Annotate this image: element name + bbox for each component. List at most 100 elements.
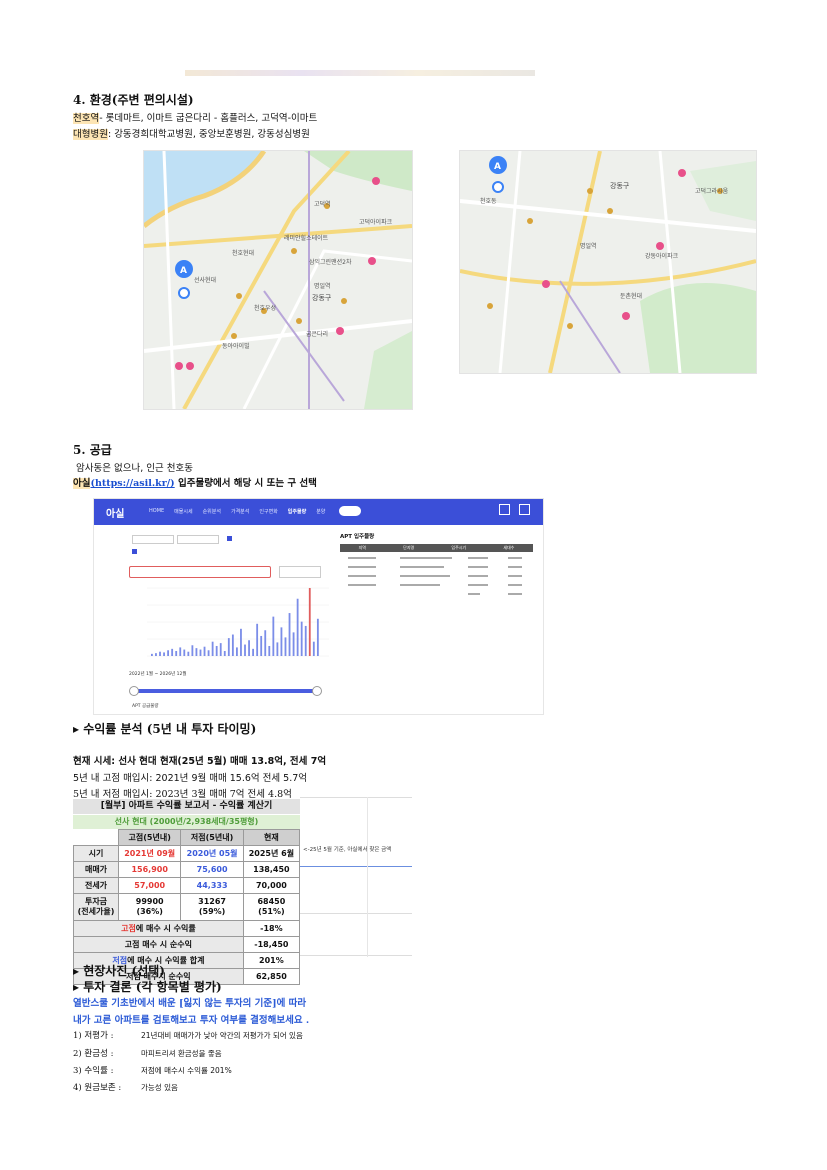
map-1-label: 강동구 xyxy=(312,294,332,302)
asil-table-rows xyxy=(348,557,522,595)
cell-now: 138,450 xyxy=(242,861,301,878)
map-1-label: 명일역 xyxy=(314,283,331,290)
chart-bar xyxy=(151,653,153,656)
range-slider[interactable] xyxy=(129,686,322,696)
chart-bar xyxy=(207,650,210,656)
chart-bar xyxy=(179,647,182,656)
col-now: 현재 xyxy=(242,829,301,846)
map-1-label: 래미안힐스테이트 xyxy=(284,235,329,242)
chart-bar xyxy=(159,651,161,656)
asil-nav-menu: HOME 매물시세 순위분석 가격분석 인구변화 입주물량 분양 xyxy=(149,508,325,515)
chart-bar xyxy=(163,652,165,656)
cell-low: 31267 (59%) xyxy=(180,893,244,921)
checkbox[interactable] xyxy=(227,536,232,541)
chart-bar xyxy=(223,650,226,656)
svg-text:A: A xyxy=(494,162,501,172)
eval-item: 2) 환금성 : 마피트리셔 환금성을 좋음 xyxy=(73,1047,222,1059)
chart-bar xyxy=(183,649,186,656)
nav-item[interactable]: HOME xyxy=(149,508,164,515)
map-1-label: 고덕아이파크 xyxy=(359,219,393,226)
cell-low: 44,333 xyxy=(180,877,244,894)
region-chip[interactable] xyxy=(132,549,137,554)
cell-high: 2021년 09월 xyxy=(117,845,182,862)
eval-value: 마피트리셔 환금성을 좋음 xyxy=(141,1049,222,1058)
slider-handle-right[interactable] xyxy=(312,686,322,696)
chart-bar xyxy=(288,613,291,656)
cell-high: 99900 (36%) xyxy=(117,893,182,921)
nav-item[interactable]: 분양 xyxy=(316,508,325,515)
chart-bar xyxy=(316,618,319,656)
chart-bar xyxy=(248,640,250,656)
nav-item[interactable]: 매물시세 xyxy=(174,508,192,515)
chart-bar xyxy=(244,644,246,656)
section-5-title: 5. 공급 xyxy=(73,443,112,457)
corner-cell xyxy=(73,829,119,846)
nav-icon[interactable] xyxy=(499,504,510,515)
map-2-label: 둔촌현대 xyxy=(620,293,643,300)
conclusion-intro-2: 내가 고른 아파트를 검토해보고 투자 여부를 결정해보세요 . xyxy=(73,1015,310,1026)
row-label: 시기 xyxy=(73,845,119,862)
chart-bar xyxy=(219,643,222,656)
chart-bar xyxy=(300,621,303,656)
cell-high: 57,000 xyxy=(117,877,182,894)
map-surroundings-1: A 고덕역 고덕아이파크 래미안힐스테이트 명일역 강동구 굽은다리 천호현대 … xyxy=(143,150,413,410)
asil-navbar: 아실 HOME 매물시세 순위분석 가격분석 인구변화 입주물량 분양 xyxy=(94,499,543,525)
chart-bar xyxy=(308,588,311,656)
line1-text: - 롯데마트, 이마트 굽은다리 - 홈플러스, 고덕역-이마트 xyxy=(99,113,318,124)
search-button[interactable] xyxy=(129,566,271,578)
col-high: 고점(5년내) xyxy=(117,829,182,846)
select-box[interactable] xyxy=(177,535,219,544)
action-button[interactable] xyxy=(279,566,321,578)
map-2-drawing: A xyxy=(460,151,756,373)
nav-item[interactable]: 인구변화 xyxy=(259,508,277,515)
summary-label: 고점 매수 시 순수익 xyxy=(73,936,244,953)
nav-item[interactable]: 순위분석 xyxy=(203,508,221,515)
asil-supply-chart xyxy=(147,587,329,657)
chart-bar xyxy=(312,641,315,656)
calc-title: [월부] 아파트 수익률 보고서 - 수익률 계산기 xyxy=(73,799,300,814)
map-1-label: 천호우성 xyxy=(254,305,277,312)
chart-bar xyxy=(171,648,174,656)
eval-value: 가능성 있음 xyxy=(141,1083,178,1092)
cell-low: 2020년 05월 xyxy=(180,845,244,862)
map-2-label: 고덕그라시움 xyxy=(695,188,729,195)
nav-pill[interactable] xyxy=(339,506,361,516)
select-box[interactable] xyxy=(132,535,174,544)
nav-item[interactable]: 가격분석 xyxy=(231,508,249,515)
cell-low: 75,600 xyxy=(180,861,244,878)
asil-logo[interactable]: 아실 xyxy=(106,505,124,520)
roi-line2: 5년 내 고점 매입시: 2021년 9월 매매 15.6억 전세 5.7억 xyxy=(73,773,308,784)
section-5-line1: 암사동은 없으나, 인근 천호동 xyxy=(76,463,193,474)
col-header: 세대수 xyxy=(503,545,515,550)
roi-line3: 5년 내 저점 매입시: 2023년 3월 매매 7억 전세 4.8억 xyxy=(73,789,292,800)
photo-title: ▸ 현장사진 (선택) xyxy=(73,964,165,978)
eval-item: 4) 원금보존 : 가능성 있음 xyxy=(73,1081,178,1093)
row-label: 전세가 xyxy=(73,877,119,894)
map-2-label: 강동아이파크 xyxy=(645,253,679,260)
summary-value: 62,850 xyxy=(242,968,301,985)
nav-icon[interactable] xyxy=(519,504,530,515)
cell-now: 70,000 xyxy=(242,877,301,894)
asil-link[interactable]: (https://asil.kr/) xyxy=(90,478,174,489)
chart-bar xyxy=(256,623,259,656)
cell-now: 68450 (51%) xyxy=(242,893,301,921)
col-header: 입주시기 xyxy=(451,545,467,550)
asil-label: 아실 xyxy=(73,478,91,489)
line2-highlight: 대형병원 xyxy=(73,129,108,140)
chart-bar xyxy=(264,630,267,656)
summary-value: 201% xyxy=(242,952,301,969)
chart-bar xyxy=(195,648,198,656)
calc-subtitle: 선사 현대 (2000년/2,938세대/35평형) xyxy=(73,815,300,829)
col-low: 저점(5년내) xyxy=(180,829,244,846)
chart-bar xyxy=(252,648,255,656)
eval-value: 21년대비 매매가가 낮아 약간의 저평가가 되어 있음 xyxy=(141,1031,303,1040)
nav-item-active[interactable]: 입주물량 xyxy=(288,508,306,515)
calc-sheet-gridline xyxy=(300,913,412,914)
eval-label: 4) 원금보존 : xyxy=(73,1083,122,1093)
slider-handle-left[interactable] xyxy=(129,686,139,696)
conclusion-title: ▸ 투자 결론 (각 항목별 평가) xyxy=(73,980,222,994)
row-label: 매매가 xyxy=(73,861,119,878)
summary-value: -18% xyxy=(242,920,301,937)
map-2-label: 명일역 xyxy=(580,243,597,250)
map-surroundings-2: A 천호동 강동구 명일역 고덕그라시움 둔촌현대 강동아이파크 xyxy=(459,150,757,374)
